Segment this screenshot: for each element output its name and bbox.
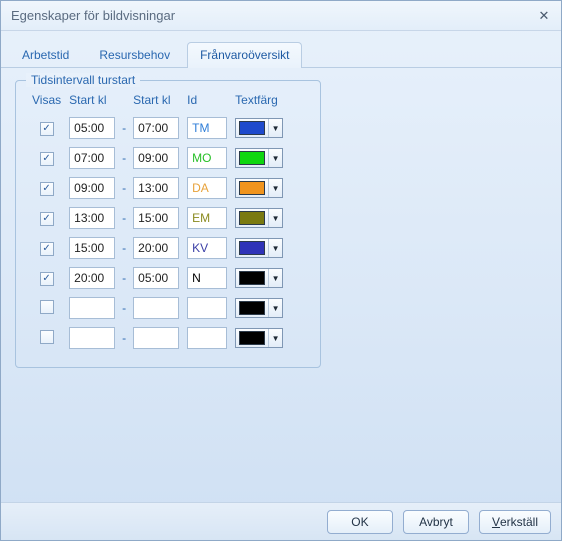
id-input[interactable] [187, 117, 227, 139]
color-swatch [239, 181, 265, 195]
color-dropdown[interactable]: ▼ [235, 208, 283, 228]
range-dash: - [119, 263, 129, 293]
color-dropdown[interactable]: ▼ [235, 148, 283, 168]
table-row: -▼ [28, 293, 287, 323]
tab-strip: Arbetstid Resursbehov Frånvaroöversikt [1, 31, 561, 68]
visas-checkbox[interactable]: ✓ [40, 212, 54, 226]
intervals-table: Visas Start kl Start kl Id Textfärg ✓-▼✓… [28, 91, 287, 353]
dialog: Egenskaper för bildvisningar ✕ Arbetstid… [0, 0, 562, 541]
color-dropdown[interactable]: ▼ [235, 238, 283, 258]
table-row: ✓ - ▼ [28, 113, 287, 143]
start2-input[interactable] [133, 267, 179, 289]
visas-checkbox[interactable] [40, 300, 54, 314]
range-dash: - [119, 113, 129, 143]
chevron-down-icon: ▼ [268, 239, 282, 257]
table-row: ✓ - ▼ [28, 263, 287, 293]
titlebar: Egenskaper för bildvisningar ✕ [1, 1, 561, 31]
tab-arbetstid[interactable]: Arbetstid [9, 42, 82, 68]
start1-input[interactable] [69, 267, 115, 289]
id-input[interactable] [187, 177, 227, 199]
id-input[interactable] [187, 327, 227, 349]
header-start1: Start kl [65, 91, 119, 113]
start1-input[interactable] [69, 297, 115, 319]
tab-panel: Tidsintervall turstart Visas Start kl St… [1, 68, 561, 378]
range-dash: - [119, 173, 129, 203]
group-tidsintervall: Tidsintervall turstart Visas Start kl St… [15, 80, 321, 368]
visas-checkbox[interactable]: ✓ [40, 242, 54, 256]
table-row: ✓ - ▼ [28, 203, 287, 233]
visas-checkbox[interactable] [40, 330, 54, 344]
table-row: ✓ - ▼ [28, 233, 287, 263]
chevron-down-icon: ▼ [268, 149, 282, 167]
ok-button[interactable]: OK [327, 510, 393, 534]
color-dropdown[interactable]: ▼ [235, 268, 283, 288]
visas-checkbox[interactable]: ✓ [40, 152, 54, 166]
group-legend: Tidsintervall turstart [26, 73, 140, 87]
visas-checkbox[interactable]: ✓ [40, 182, 54, 196]
header-id: Id [183, 91, 231, 113]
chevron-down-icon: ▼ [268, 299, 282, 317]
apply-button-rest: erkställ [500, 515, 538, 529]
start1-input[interactable] [69, 117, 115, 139]
tab-franvarooversikt[interactable]: Frånvaroöversikt [187, 42, 302, 68]
range-dash: - [119, 293, 129, 323]
start2-input[interactable] [133, 237, 179, 259]
color-swatch [239, 271, 265, 285]
start2-input[interactable] [133, 327, 179, 349]
id-input[interactable] [187, 237, 227, 259]
color-swatch [239, 151, 265, 165]
chevron-down-icon: ▼ [268, 209, 282, 227]
start2-input[interactable] [133, 207, 179, 229]
start1-input[interactable] [69, 207, 115, 229]
chevron-down-icon: ▼ [268, 179, 282, 197]
range-dash: - [119, 203, 129, 233]
start1-input[interactable] [69, 177, 115, 199]
start1-input[interactable] [69, 147, 115, 169]
chevron-down-icon: ▼ [268, 269, 282, 287]
header-start2: Start kl [129, 91, 183, 113]
cancel-button[interactable]: Avbryt [403, 510, 469, 534]
start2-input[interactable] [133, 297, 179, 319]
range-dash: - [119, 143, 129, 173]
color-dropdown[interactable]: ▼ [235, 328, 283, 348]
table-row: ✓ - ▼ [28, 143, 287, 173]
visas-checkbox[interactable]: ✓ [40, 272, 54, 286]
window-title: Egenskaper för bildvisningar [11, 8, 535, 23]
start2-input[interactable] [133, 177, 179, 199]
color-dropdown[interactable]: ▼ [235, 118, 283, 138]
chevron-down-icon: ▼ [268, 329, 282, 347]
color-swatch [239, 241, 265, 255]
start1-input[interactable] [69, 237, 115, 259]
table-row: ✓ - ▼ [28, 173, 287, 203]
chevron-down-icon: ▼ [268, 119, 282, 137]
visas-checkbox[interactable]: ✓ [40, 122, 54, 136]
id-input[interactable] [187, 297, 227, 319]
start1-input[interactable] [69, 327, 115, 349]
apply-button-accel: V [492, 515, 500, 529]
start2-input[interactable] [133, 147, 179, 169]
color-dropdown[interactable]: ▼ [235, 178, 283, 198]
header-visas: Visas [28, 91, 65, 113]
range-dash: - [119, 233, 129, 263]
id-input[interactable] [187, 267, 227, 289]
color-dropdown[interactable]: ▼ [235, 298, 283, 318]
apply-button[interactable]: Verkställ [479, 510, 551, 534]
color-swatch [239, 121, 265, 135]
start2-input[interactable] [133, 117, 179, 139]
color-swatch [239, 301, 265, 315]
color-swatch [239, 211, 265, 225]
id-input[interactable] [187, 147, 227, 169]
table-row: -▼ [28, 323, 287, 353]
dialog-footer: OK Avbryt Verkställ [1, 502, 561, 540]
tab-resursbehov[interactable]: Resursbehov [86, 42, 183, 68]
range-dash: - [119, 323, 129, 353]
color-swatch [239, 331, 265, 345]
id-input[interactable] [187, 207, 227, 229]
header-color: Textfärg [231, 91, 287, 113]
close-icon[interactable]: ✕ [535, 7, 553, 25]
